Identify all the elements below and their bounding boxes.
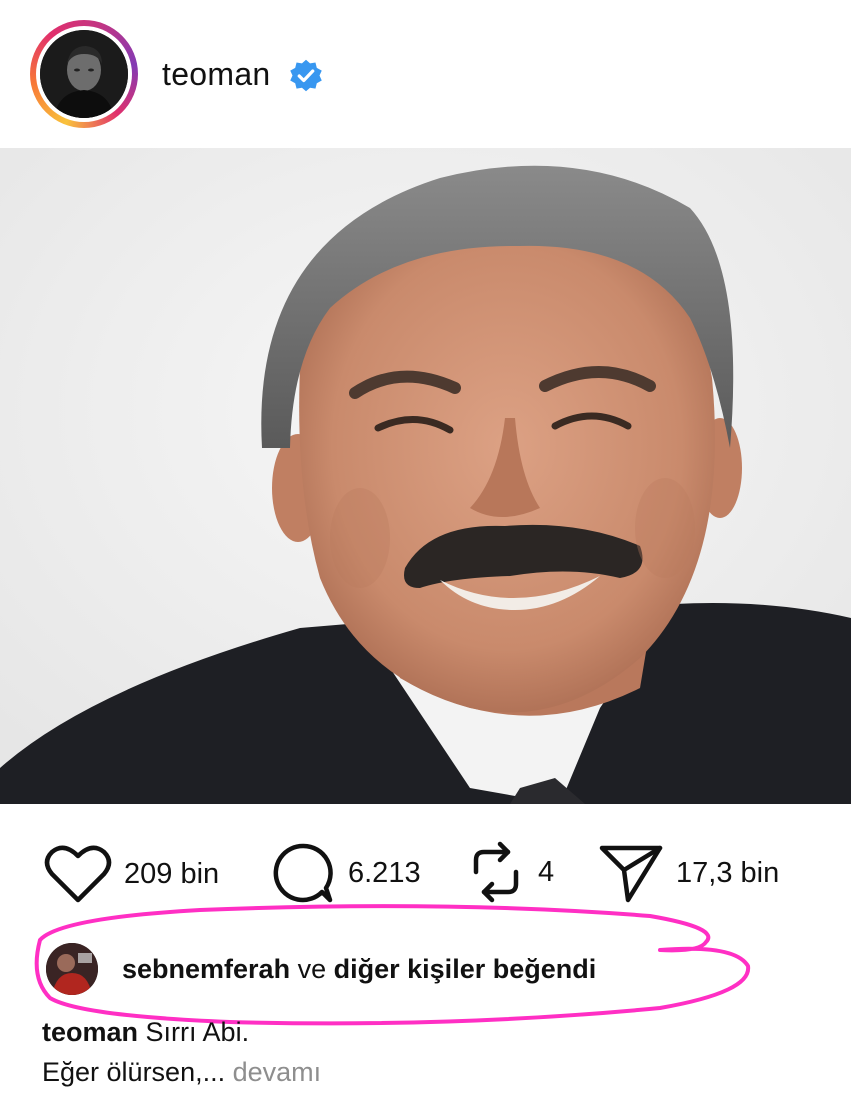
- repost-icon[interactable]: [466, 840, 526, 904]
- caption-author[interactable]: teoman: [42, 1017, 138, 1047]
- caption-line-1: teoman Sırrı Abi.: [42, 1012, 321, 1052]
- liked-by-avatar[interactable]: [46, 943, 98, 995]
- post-actions-bar: 209 bin 6.213 4 17,3 bin: [0, 830, 851, 910]
- comment-count[interactable]: 6.213: [348, 857, 421, 890]
- caption-text-1: Sırrı Abi.: [145, 1017, 250, 1047]
- liked-by-verb: beğendi: [492, 953, 597, 984]
- liked-by-conjunction: ve: [297, 953, 327, 984]
- header-username[interactable]: teoman: [162, 56, 271, 93]
- repost-count[interactable]: 4: [538, 856, 554, 889]
- liked-by-others[interactable]: diğer kişiler: [334, 954, 486, 984]
- share-count[interactable]: 17,3 bin: [676, 857, 779, 890]
- liked-by-row[interactable]: sebnemferah ve diğer kişiler beğendi: [46, 940, 596, 998]
- verified-badge-icon: [290, 59, 322, 92]
- caption-line-2: Eğer ölürsen,... devamı: [42, 1052, 321, 1092]
- post-photo[interactable]: [0, 148, 851, 804]
- post-header: teoman: [0, 0, 851, 148]
- send-icon[interactable]: [598, 842, 664, 904]
- comment-action[interactable]: 6.213: [270, 840, 421, 906]
- like-count[interactable]: 209 bin: [124, 858, 219, 891]
- repost-action[interactable]: 4: [466, 840, 554, 904]
- liked-by-username[interactable]: sebnemferah: [122, 954, 290, 984]
- liked-by-text: sebnemferah ve diğer kişiler beğendi: [122, 954, 596, 985]
- comment-icon[interactable]: [270, 840, 336, 906]
- share-action[interactable]: 17,3 bin: [598, 842, 779, 904]
- caption-text-2: Eğer ölürsen,...: [42, 1057, 226, 1087]
- post-caption: teoman Sırrı Abi. Eğer ölürsen,... devam…: [42, 1012, 321, 1092]
- like-action[interactable]: 209 bin: [44, 844, 219, 904]
- profile-avatar[interactable]: [30, 20, 138, 128]
- caption-more-link[interactable]: devamı: [233, 1057, 322, 1087]
- heart-icon[interactable]: [44, 844, 112, 904]
